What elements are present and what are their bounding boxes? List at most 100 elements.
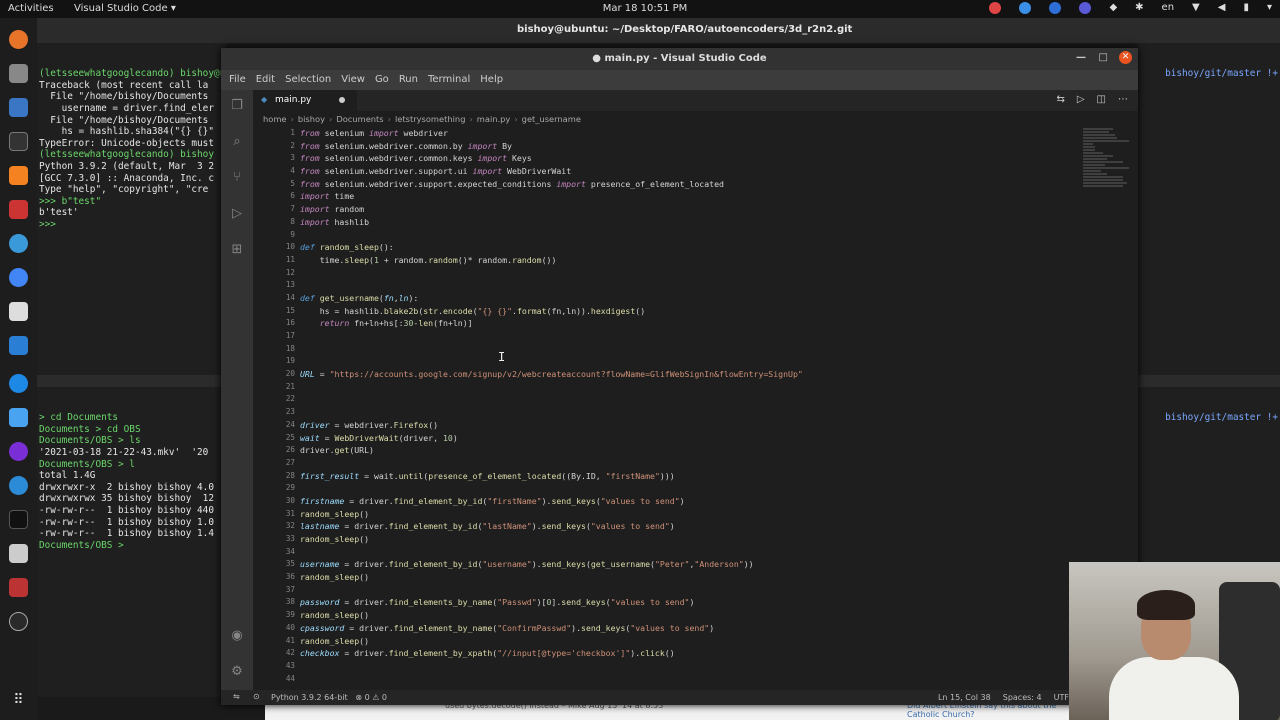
menu-go[interactable]: Go [370,70,394,90]
clock[interactable]: Mar 18 10:51 PM [600,3,690,14]
battery-icon[interactable]: ▮ [1243,2,1249,14]
code-line[interactable] [300,457,803,470]
code-line[interactable]: from selenium.webdriver.support.ui impor… [300,165,803,178]
line-number[interactable]: 22 [253,393,295,406]
activities-button[interactable]: Activities [8,3,54,14]
line-number[interactable]: 30 [253,495,295,508]
minimap[interactable] [1083,127,1131,207]
code-line[interactable]: from selenium.webdriver.common.by import… [300,140,803,153]
code-line[interactable]: cpassword = driver.find_element_by_name(… [300,622,803,635]
code-line[interactable]: random_sleep() [300,508,803,521]
code-line[interactable]: import random [300,203,803,216]
app-menu[interactable]: Visual Studio Code ▾ [74,3,176,14]
line-number[interactable]: 8 [253,216,295,229]
paypal-tray-icon[interactable] [1049,2,1062,14]
line-number[interactable]: 2 [253,140,295,153]
line-number[interactable]: 17 [253,330,295,343]
code-line[interactable]: random_sleep() [300,533,803,546]
python-interpreter[interactable]: Python 3.9.2 64-bit ⊗ 0 ⚠ 0 [271,693,387,702]
line-number[interactable]: 43 [253,660,295,673]
remote-icon[interactable]: ⇋ [233,692,240,701]
line-number[interactable]: 14 [253,292,295,305]
menu-edit[interactable]: Edit [251,70,280,90]
obs-icon[interactable] [9,442,28,461]
wifi-icon[interactable]: ▼ [1192,2,1200,14]
explorer-icon[interactable]: ❐ [229,98,245,114]
breadcrumb-item[interactable]: home [263,114,287,124]
thunderbird-icon[interactable] [9,234,28,253]
terminal-pane-right-top[interactable]: bishoy/git/master !+ [1138,43,1280,375]
code-line[interactable] [300,279,803,292]
dropbox-icon[interactable]: ◆ [1109,2,1117,14]
cursor-position[interactable]: Ln 15, Col 38 [938,693,991,702]
line-number[interactable]: 20 [253,368,295,381]
line-number[interactable]: 11 [253,254,295,267]
line-number[interactable]: 42 [253,647,295,660]
code-line[interactable]: username = driver.find_element_by_id("us… [300,558,803,571]
layers-icon[interactable] [9,544,28,563]
app2-icon[interactable] [9,578,28,597]
code-line[interactable]: random_sleep() [300,635,803,648]
line-number[interactable]: 24 [253,419,295,432]
breadcrumb-item[interactable]: get_username [522,114,581,124]
line-number[interactable]: 29 [253,482,295,495]
vscode-icon[interactable] [9,336,28,355]
code-editor[interactable]: 1 2 3 4 5 6 7 8 9 10 11 12 13 14 15 16 17 18 19 20 21 22 23 24 2… [253,127,1138,690]
code-line[interactable]: driver = webdriver.Firefox() [300,419,803,432]
split-editor-icon[interactable]: ◫ [1097,94,1106,105]
line-number[interactable]: 6 [253,190,295,203]
line-number[interactable]: 35 [253,558,295,571]
editor-icon[interactable] [9,408,28,427]
code-line[interactable] [300,546,803,559]
terminal-pane-bottom[interactable]: > cd Documents Documents > cd OBS Document… [37,387,227,697]
terminal-pane-right-bottom[interactable]: bishoy/git/master !+ [1138,387,1280,567]
breadcrumb-item[interactable]: letstrysomething [395,114,466,124]
line-number[interactable]: 34 [253,546,295,559]
code-line[interactable]: import hashlib [300,216,803,229]
code-line[interactable]: from selenium.webdriver.common.keys impo… [300,152,803,165]
line-number[interactable]: 23 [253,406,295,419]
line-number[interactable]: 31 [253,508,295,521]
code-line[interactable]: time.sleep(1 + random.random()* random.r… [300,254,803,267]
line-number[interactable]: 27 [253,457,295,470]
code-line[interactable]: def random_sleep(): [300,241,803,254]
line-number[interactable]: 25 [253,432,295,445]
show-apps-icon[interactable]: ⠿ [9,692,28,711]
code-line[interactable] [300,229,803,242]
code-line[interactable]: lastname = driver.find_element_by_id("la… [300,520,803,533]
code-line[interactable]: hs = hashlib.blake2b(str.encode("{} {}".… [300,305,803,318]
code-line[interactable]: first_result = wait.until(presence_of_el… [300,470,803,483]
camera-icon[interactable] [9,374,28,393]
code-line[interactable] [300,343,803,356]
chat-icon[interactable] [9,476,28,495]
code-line[interactable]: password = driver.find_elements_by_name(… [300,596,803,609]
line-number[interactable]: 7 [253,203,295,216]
code-line[interactable]: random_sleep() [300,571,803,584]
code-line[interactable] [300,330,803,343]
maximize-icon[interactable]: □ [1099,52,1108,63]
line-number[interactable]: 3 [253,152,295,165]
code-line[interactable]: def get_username(fn,ln): [300,292,803,305]
code-line[interactable]: checkbox = driver.find_element_by_xpath(… [300,647,803,660]
run-debug-icon[interactable]: ▷ [229,206,245,222]
settings-gear-icon[interactable]: ⚙ [229,664,245,680]
minimize-icon[interactable]: — [1076,52,1086,63]
notion-icon[interactable] [9,510,28,529]
line-number[interactable]: 9 [253,229,295,242]
line-number[interactable]: 37 [253,584,295,597]
line-number[interactable]: 1 [253,127,295,140]
chrome-icon[interactable] [9,268,28,287]
sublime-icon[interactable] [9,166,28,185]
menu-help[interactable]: Help [475,70,508,90]
code-line[interactable] [300,584,803,597]
code-line[interactable]: random_sleep() [300,609,803,622]
compare-icon[interactable]: ⇆ [1056,94,1064,105]
code-line[interactable]: firstname = driver.find_element_by_id("f… [300,495,803,508]
menu-view[interactable]: View [336,70,370,90]
breadcrumb-item[interactable]: main.py [477,114,511,124]
firefox-icon[interactable] [9,30,28,49]
chrome-tray-icon[interactable] [989,2,1002,14]
line-number[interactable]: 16 [253,317,295,330]
breadcrumb-item[interactable]: Documents [336,114,383,124]
language-indicator[interactable]: en [1162,2,1175,14]
